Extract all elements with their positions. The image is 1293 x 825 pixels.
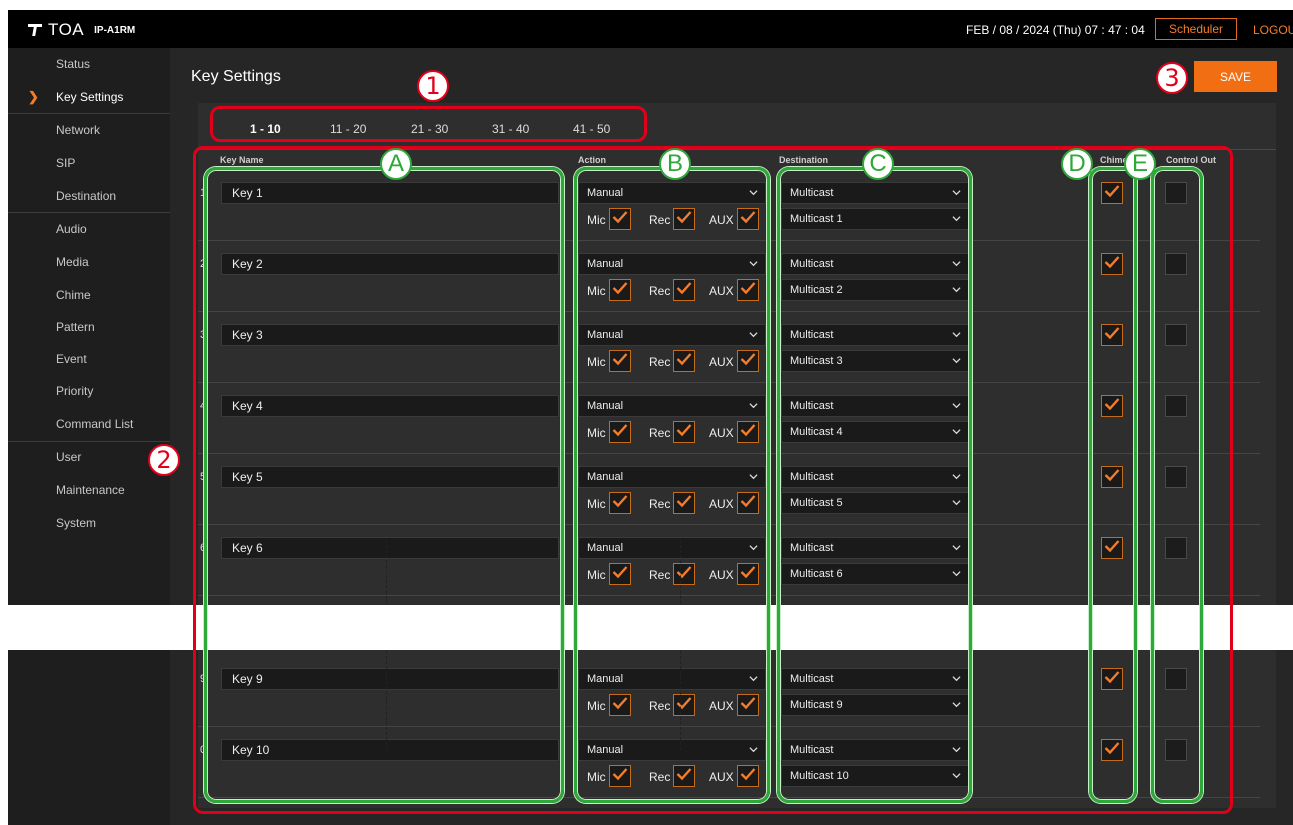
sidebar-item-label: SIP	[56, 156, 76, 170]
sidebar-item-sip[interactable]: SIP	[8, 147, 170, 179]
sidebar-item-status[interactable]: Status	[8, 48, 170, 80]
callout-badge-e: E	[1124, 148, 1156, 180]
callout-frame-b	[574, 167, 770, 803]
callout-frame-c	[777, 167, 972, 803]
callout-frame-a	[204, 167, 564, 803]
sidebar-item-label: User	[56, 450, 82, 464]
sidebar-item-label: Media	[56, 255, 89, 269]
sidebar-item-user[interactable]: User	[8, 441, 170, 473]
callout-badge-3: 3	[1156, 62, 1188, 94]
sidebar-item-label: Audio	[56, 222, 87, 236]
sidebar-item-label: Event	[56, 352, 87, 366]
callout-badge-d: D	[1061, 148, 1093, 180]
chevron-right-icon: ❯	[28, 89, 39, 104]
callout-frame-e	[1151, 167, 1203, 803]
sidebar-item-network[interactable]: Network	[8, 114, 170, 146]
sidebar-item-label: Status	[56, 57, 91, 71]
sidebar-item-priority[interactable]: Priority	[8, 375, 170, 407]
sidebar-item-chime[interactable]: Chime	[8, 279, 170, 311]
sidebar-item-label: Network	[56, 123, 101, 137]
sidebar-item-label: Priority	[56, 384, 94, 398]
sidebar-item-event[interactable]: Event	[8, 343, 170, 375]
sidebar-divider	[8, 113, 170, 114]
logout-link[interactable]: LOGOUT	[1253, 23, 1293, 37]
brand-name: TOA	[48, 20, 85, 39]
sidebar-item-destination[interactable]: Destination	[8, 180, 170, 212]
sidebar-item-label: Command List	[56, 417, 134, 431]
sidebar-item-label: Chime	[56, 288, 91, 302]
sidebar: Status ❯ Key Settings Network SIP Destina…	[8, 48, 170, 605]
sidebar-divider	[8, 212, 170, 213]
sidebar-item-label: Key Settings	[56, 90, 124, 104]
sidebar-item-label: System	[56, 516, 97, 530]
callout-badge-a: A	[380, 148, 412, 180]
scheduler-button[interactable]: Scheduler	[1155, 18, 1237, 40]
sidebar-item-label: Destination	[56, 189, 117, 203]
sidebar-item-system[interactable]: System	[8, 507, 170, 539]
sidebar-item-label: Maintenance	[56, 483, 125, 497]
callout-badge-b: B	[659, 148, 691, 180]
callout-badge-c: C	[862, 148, 894, 180]
sidebar-item-key-settings[interactable]: ❯ Key Settings	[8, 81, 170, 113]
sidebar-item-audio[interactable]: Audio	[8, 213, 170, 245]
page-title: Key Settings	[191, 68, 281, 85]
callout-badge-2: 2	[148, 444, 180, 476]
callout-frame-d	[1089, 167, 1137, 803]
sidebar-divider	[8, 441, 170, 442]
callout-frame-1	[210, 106, 647, 142]
datetime: FEB / 08 / 2024 (Thu) 07 : 47 : 04	[966, 23, 1145, 37]
toa-logo-icon	[28, 24, 42, 36]
app-root: TOA IP-A1RM FEB / 08 / 2024 (Thu) 07 : 4…	[0, 0, 1293, 825]
callout-badge-1: 1	[417, 70, 449, 102]
save-button[interactable]: SAVE	[1194, 61, 1277, 92]
sidebar-item-media[interactable]: Media	[8, 246, 170, 278]
sidebar-item-maintenance[interactable]: Maintenance	[8, 474, 170, 506]
logo: TOA IP-A1RM	[28, 20, 135, 40]
sidebar-item-label: Pattern	[56, 320, 95, 334]
top-bar: TOA IP-A1RM FEB / 08 / 2024 (Thu) 07 : 4…	[8, 10, 1293, 48]
sidebar-continued	[8, 650, 170, 825]
model-name: IP-A1RM	[94, 24, 136, 36]
sidebar-item-command-list[interactable]: Command List	[8, 408, 170, 440]
sidebar-item-pattern[interactable]: Pattern	[8, 311, 170, 343]
